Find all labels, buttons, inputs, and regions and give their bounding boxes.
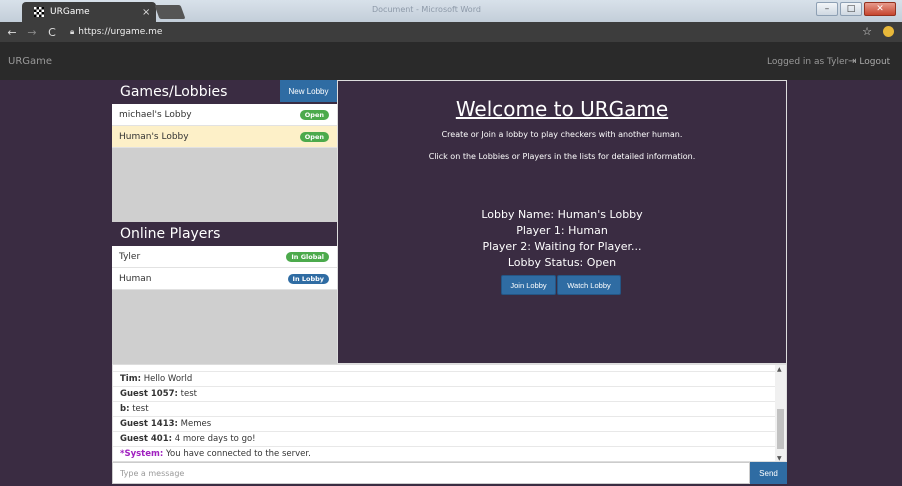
logged-in-text: Logged in as Tyler [767,57,849,67]
new-lobby-button[interactable]: New Lobby [280,80,337,102]
scroll-thumb[interactable] [777,409,784,449]
browser-tab[interactable]: URGame × [22,2,156,22]
lobby-actions: Join Lobby Watch Lobby [501,275,621,295]
maximize-button[interactable]: □ [840,2,862,16]
help-text: Click on the Lobbies or Players in the l… [428,152,696,161]
window-controls: – □ ✕ [816,2,896,16]
chat-message: Tim: Hello World [113,372,775,387]
chat-text: test [180,389,197,399]
chat-author: Guest 1413 [120,419,175,429]
chat-text: You have connected to the server. [165,449,311,459]
list-item[interactable]: Tyler In Global [112,246,337,268]
chat-message: b: test [113,402,775,417]
watch-lobby-button[interactable]: Watch Lobby [557,275,621,295]
minimize-button[interactable]: – [816,2,838,16]
list-item[interactable]: michael's Lobby Open [112,104,337,126]
chat-author: Guest 401 [120,434,169,444]
lobby-details: Lobby Name: Human's Lobby Player 1: Huma… [338,207,786,271]
page-title: Welcome to URGame [455,97,669,121]
back-arrow-icon[interactable]: ← [4,26,20,39]
join-lobby-button[interactable]: Join Lobby [501,275,556,295]
lobby-list: michael's Lobby Open Human's Lobby Open [112,104,337,148]
chat-author: *System [120,449,160,459]
main-panel: Welcome to URGame Create or Join a lobby… [337,80,787,364]
lobby-name: Human's Lobby [119,131,189,142]
list-item[interactable]: Human's Lobby Open [112,126,337,148]
status-badge: Open [299,110,329,120]
intro-text: Create or Join a lobby to play checkers … [441,130,683,139]
chat-message: *System: You have connected to the serve… [113,447,775,461]
chat-author: Guest 1057 [120,389,175,399]
bookmark-star-icon[interactable]: ☆ [862,25,872,38]
new-tab-button[interactable] [154,5,186,19]
status-badge: Open [299,132,329,142]
logout-link[interactable]: ⇥ Logout [848,56,890,67]
logout-label: Logout [859,56,891,67]
left-panel: Games/Lobbies New Lobby michael's Lobby … [112,80,337,364]
status-badge: In Lobby [287,274,329,284]
tab-title: URGame [50,7,90,17]
players-header: Online Players [112,222,337,246]
scroll-down-icon[interactable]: ▼ [777,455,782,461]
send-button[interactable]: Send [750,462,787,484]
forward-arrow-icon[interactable]: → [24,26,40,39]
lock-icon: 🔒︎ [70,27,75,36]
close-window-button[interactable]: ✕ [864,2,896,16]
extension-icon[interactable] [883,26,894,37]
player1-text: Player 1: Human [516,224,608,237]
window-title: Document - Microsoft Word [372,5,481,14]
chat-message: Guest 1057: test [113,387,775,402]
chat-author: Tim [120,374,138,384]
chat-message: Guest 401: 4 more days to go! [113,432,775,447]
url-field[interactable]: 🔒︎ https://urgame.me [70,27,162,37]
chat-text: Hello World [143,374,193,384]
lobby-name-text: Lobby Name: Human's Lobby [481,208,643,221]
chat-scrollbar[interactable]: ▲ ▼ [775,365,786,461]
chat-text: 4 more days to go! [174,434,256,444]
player2-text: Player 2: Waiting for Player... [482,240,642,253]
player-name: Tyler [119,251,141,262]
chat-text: Memes [180,419,212,429]
tab-close-icon[interactable]: × [142,7,156,18]
reload-icon[interactable]: C [44,26,60,39]
browser-tab-bar: URGame × Document - Microsoft Word – □ ✕ [0,0,902,22]
status-badge: In Global [286,252,329,262]
address-bar: ← → C 🔒︎ https://urgame.me ☆ [0,22,902,42]
app-navbar: URGame Logged in as Tyler ⇥ Logout [0,42,902,80]
url-text: https://urgame.me [78,27,163,37]
chat-log[interactable]: Tim: Hello World Guest 1057: test b: tes… [112,364,787,462]
scroll-up-icon[interactable]: ▲ [777,366,782,373]
brand-link[interactable]: URGame [8,56,52,67]
chat-text: test [132,404,149,414]
lobbies-title: Games/Lobbies [120,84,228,100]
player-list: Tyler In Global Human In Lobby [112,246,337,290]
lobby-status-text: Lobby Status: Open [507,256,617,269]
player-name: Human [119,273,152,284]
logout-icon: ⇥ [848,56,857,67]
checkerboard-favicon-icon [34,7,44,17]
lobbies-header: Games/Lobbies New Lobby [112,80,337,104]
message-input[interactable] [112,462,750,484]
players-title: Online Players [120,226,221,242]
list-item[interactable]: Human In Lobby [112,268,337,290]
lobby-name: michael's Lobby [119,109,192,120]
chat-cutoff-row [113,365,786,372]
chat-message: Guest 1413: Memes [113,417,775,432]
